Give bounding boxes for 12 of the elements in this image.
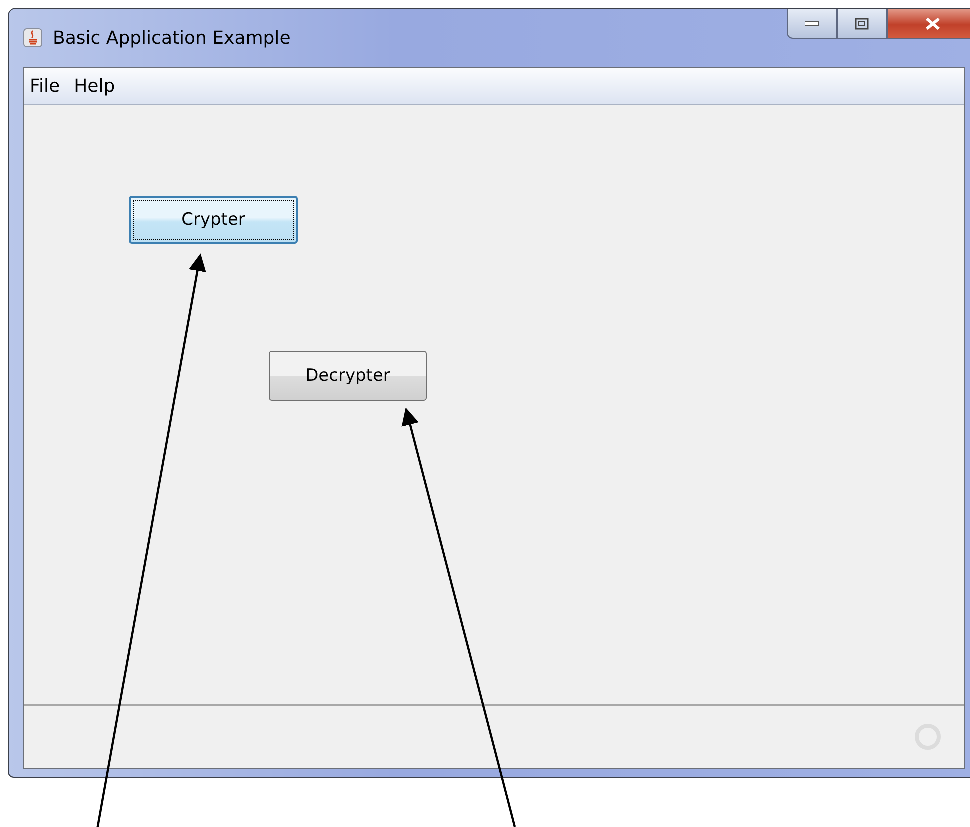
window-title: Basic Application Example: [53, 28, 291, 48]
minimize-button[interactable]: [787, 9, 837, 39]
close-icon: [925, 16, 941, 30]
menu-item[interactable]: File: [28, 76, 62, 96]
maximize-button[interactable]: [837, 9, 887, 39]
close-button[interactable]: [887, 9, 970, 39]
maximize-icon: [855, 18, 869, 30]
push-button[interactable]: Decrypter: [269, 351, 427, 401]
minimize-icon: [805, 20, 819, 26]
cup-icon: [23, 28, 43, 48]
menu-item[interactable]: Help: [72, 76, 118, 96]
push-button[interactable]: Crypter: [129, 196, 298, 244]
